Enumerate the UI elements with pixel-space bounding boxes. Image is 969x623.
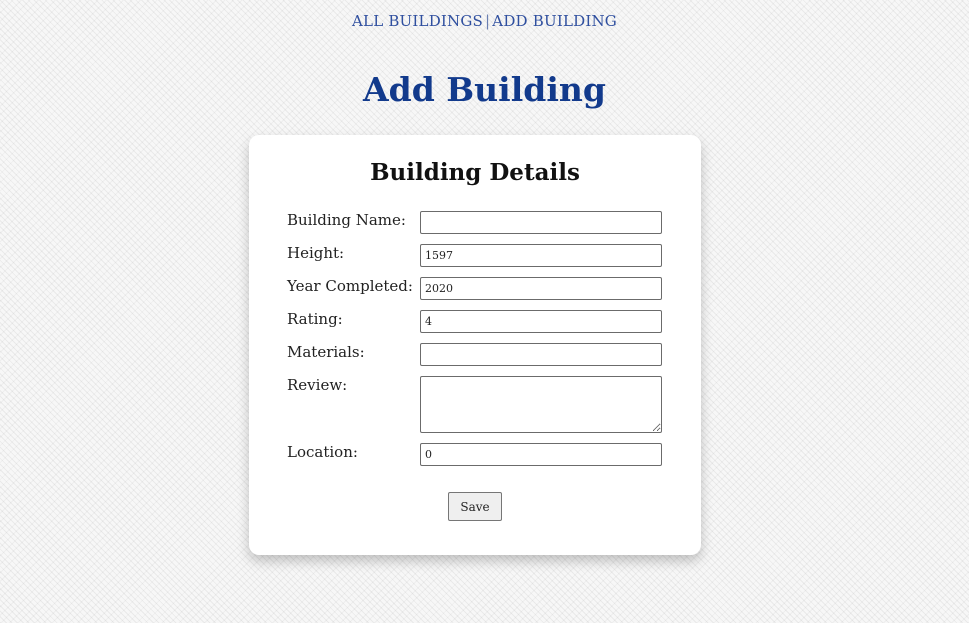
rating-label: Rating:	[287, 310, 343, 328]
page-title: Add Building	[363, 70, 606, 109]
rating-input[interactable]	[420, 310, 662, 333]
height-input[interactable]	[420, 244, 662, 267]
form-title: Building Details	[370, 159, 580, 186]
year-completed-label: Year Completed:	[287, 277, 413, 295]
review-label: Review:	[287, 376, 348, 394]
height-label: Height:	[287, 244, 345, 262]
building-name-input[interactable]	[420, 211, 662, 234]
nav-link-all-buildings[interactable]: ALL BUILDINGS	[352, 12, 483, 30]
nav-link-add-building[interactable]: ADD BUILDING	[492, 12, 617, 30]
location-input[interactable]	[420, 443, 662, 466]
building-form-card: Building Details Building Name: Height: …	[249, 135, 701, 555]
building-name-label: Building Name:	[287, 211, 406, 229]
top-nav: ALL BUILDINGS | ADD BUILDING	[0, 12, 969, 30]
materials-label: Materials:	[287, 343, 365, 361]
review-textarea[interactable]	[420, 376, 662, 433]
year-completed-input[interactable]	[420, 277, 662, 300]
save-button[interactable]: Save	[448, 492, 502, 521]
location-label: Location:	[287, 443, 358, 461]
nav-separator: |	[485, 12, 491, 30]
materials-input[interactable]	[420, 343, 662, 366]
